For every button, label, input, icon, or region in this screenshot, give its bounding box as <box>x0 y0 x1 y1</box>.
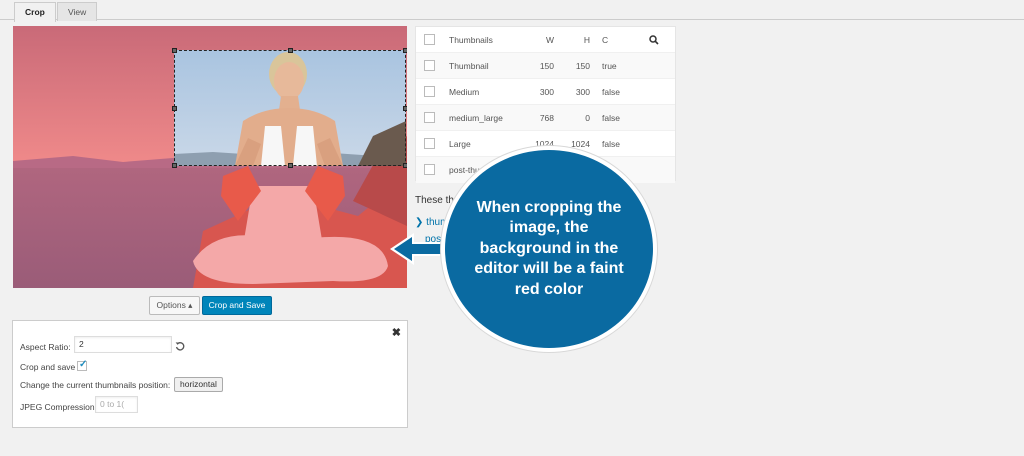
aspect-ratio-label: Aspect Ratio: <box>20 342 71 352</box>
crop-handle-ne[interactable] <box>403 48 407 53</box>
crop-handle-se[interactable] <box>403 163 407 168</box>
table-row[interactable]: Medium 300 300 false <box>416 79 675 105</box>
thumbnails-caption: These th <box>415 195 454 206</box>
row-checkbox[interactable] <box>424 164 435 175</box>
reset-icon[interactable] <box>175 341 185 351</box>
callout-bubble: When cropping the image, the background … <box>441 146 657 352</box>
cell-name: medium_large <box>449 113 503 123</box>
chevron-right-icon: ❯ <box>415 217 424 228</box>
crop-and-save-button[interactable]: Crop and Save <box>202 296 272 315</box>
crop-handle-n[interactable] <box>288 48 293 53</box>
checkmark-icon: ✓ <box>79 359 88 370</box>
tab-view[interactable]: View <box>57 2 98 21</box>
crop-and-save-label: Crop and save <box>20 362 76 372</box>
cell-w: 768 <box>539 113 554 123</box>
table-header: Thumbnails W H C <box>416 27 675 53</box>
crop-handle-e[interactable] <box>403 106 407 111</box>
cell-c: false <box>602 113 620 123</box>
aspect-ratio-input[interactable]: 2 <box>74 336 172 353</box>
col-header-c: C <box>602 35 609 45</box>
thumbnails-position-label: Change the current thumbnails position: <box>20 380 171 390</box>
cell-c: false <box>602 87 620 97</box>
crop-and-save-checkbox[interactable]: ✓ <box>77 359 88 371</box>
options-button[interactable]: Options ▴ <box>149 296 200 315</box>
select-all-checkbox[interactable] <box>424 34 435 45</box>
row-checkbox[interactable] <box>424 86 435 97</box>
col-header-w: W <box>545 35 554 45</box>
col-header-h: H <box>583 35 590 45</box>
cell-c: true <box>602 61 617 71</box>
crop-handle-w[interactable] <box>172 106 177 111</box>
options-panel: ✖ Aspect Ratio: 2 Crop and save ✓ Change… <box>12 320 408 428</box>
cell-name: Medium <box>449 87 480 97</box>
table-row[interactable]: medium_large 768 0 false <box>416 105 675 131</box>
crop-handle-sw[interactable] <box>172 163 177 168</box>
row-checkbox[interactable] <box>424 112 435 123</box>
thumbnails-position-button[interactable]: horizontal <box>174 377 223 392</box>
crop-selection[interactable] <box>172 48 407 168</box>
row-checkbox[interactable] <box>424 60 435 71</box>
cell-name: Thumbnail <box>449 61 489 71</box>
cell-h: 150 <box>575 61 590 71</box>
cell-h: 300 <box>575 87 590 97</box>
col-header-thumbnails: Thumbnails <box>449 35 493 45</box>
tab-bar: Crop View <box>0 0 1024 22</box>
jpeg-compression-input[interactable]: 0 to 1( <box>95 396 138 413</box>
crop-handle-nw[interactable] <box>172 48 177 53</box>
crop-handle-s[interactable] <box>288 163 293 168</box>
jpeg-compression-label: JPEG Compression <box>20 402 95 412</box>
search-icon[interactable] <box>649 35 659 45</box>
callout-text: When cropping the image, the background … <box>474 198 624 298</box>
crop-canvas[interactable] <box>13 26 407 288</box>
cell-c: false <box>602 139 620 149</box>
close-icon[interactable]: ✖ <box>392 326 401 339</box>
cell-w: 150 <box>539 61 554 71</box>
cell-w: 300 <box>539 87 554 97</box>
tab-crop[interactable]: Crop <box>14 2 56 22</box>
cell-name: Large <box>449 139 471 149</box>
row-checkbox[interactable] <box>424 138 435 149</box>
cell-h: 0 <box>585 113 590 123</box>
table-row[interactable]: Thumbnail 150 150 true <box>416 53 675 79</box>
